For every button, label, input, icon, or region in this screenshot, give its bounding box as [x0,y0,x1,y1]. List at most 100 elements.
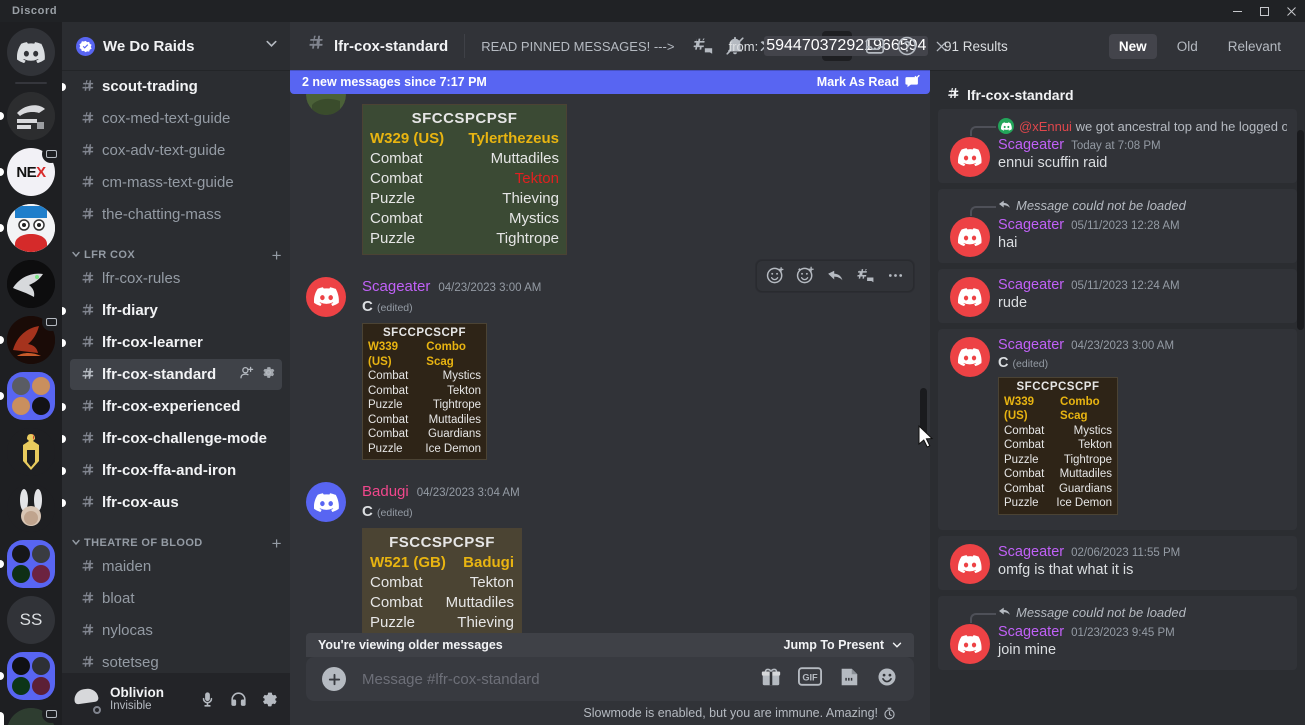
search-results-list[interactable]: lfr-cox-standard @xEnnui we got ancestra… [930,70,1305,725]
emoji-picker-icon[interactable] [876,666,898,693]
message-item[interactable]: Scageater 04/23/2023 3:00 AM C (edited) … [290,259,930,467]
search-result-item[interactable]: Message could not be loaded Scageater 01… [938,595,1297,670]
sidebar-channel-cox-med-text-guide[interactable]: cox-med-text-guide [70,103,282,134]
older-messages-bar[interactable]: You're viewing older messages Jump To Pr… [306,633,914,657]
raid-screenshot-attachment[interactable]: SFCCSPCPSF W329 (US) Tylerthezeus Combat… [362,103,567,255]
tab-new[interactable]: New [1108,33,1157,59]
sidebar-channel-nylocas[interactable]: nylocas [70,615,282,646]
scrollbar-thumb[interactable] [920,388,927,436]
server-dark-helm[interactable] [0,88,62,144]
help-icon[interactable] [892,31,922,61]
avatar[interactable] [950,623,990,664]
gif-picker-icon[interactable]: GIF [798,667,822,691]
message-input[interactable]: Message #lfr-cox-standard GIF [306,657,914,701]
server-nex[interactable]: NEX [0,144,62,200]
server-folder-1[interactable] [0,368,62,424]
reply-preview[interactable]: Message could not be loaded [948,197,1287,216]
server-white-face[interactable] [0,200,62,256]
result-author[interactable]: Scageater [998,544,1064,560]
sidebar-channel-cox-adv-text-guide[interactable]: cox-adv-text-guide [70,135,282,166]
sidebar-channel-lfr-cox-standard[interactable]: lfr-cox-standard [70,359,282,390]
message-scrollbar[interactable] [918,98,928,629]
avatar[interactable] [950,137,990,177]
reply-icon[interactable] [821,262,849,290]
sidebar-channel-scout-trading[interactable]: scout-trading [62,71,282,102]
result-author[interactable]: Scageater [998,137,1064,153]
result-author[interactable]: Scageater [998,337,1064,353]
add-super-reaction-icon[interactable] [791,262,819,290]
minimize-button[interactable] [1224,0,1251,22]
mute-microphone-button[interactable] [194,686,220,712]
message-item[interactable]: Badugi 04/23/2023 3:04 AM C (edited) FSC… [290,481,930,633]
server-dragon[interactable] [0,256,62,312]
raid-screenshot-attachment[interactable]: SFCCPCSCPF W339 (US) Combo Scag Combat My… [998,377,1118,515]
server-wdr[interactable]: WDR [0,704,62,725]
user-settings-gear-button[interactable] [256,686,282,712]
search-result-item[interactable]: @xEnnui we got ancestral top and he logg… [938,109,1297,183]
sidebar-channel-lfr-cox-rules[interactable]: lfr-cox-rules [70,263,282,294]
message-author[interactable]: Badugi [362,483,409,500]
sidebar-channel-bloat[interactable]: bloat [70,583,282,614]
reply-mention[interactable]: @xEnnui [1019,119,1072,134]
avatar[interactable] [950,276,990,317]
server-folder-3[interactable] [0,648,62,704]
guild-header[interactable]: We Do Raids [62,22,290,70]
tab-relevant[interactable]: Relevant [1218,34,1291,59]
tab-old[interactable]: Old [1167,34,1208,59]
server-bunny[interactable] [0,480,62,536]
jump-to-present-button[interactable]: Jump To Present [784,638,904,652]
server-rail[interactable]: NEX SS [0,22,62,725]
raid-screenshot-attachment[interactable]: FSCCSPCPSF W521 (GB) Badugi Combat Tekton… [362,527,522,633]
sidebar-channel-lfr-diary[interactable]: lfr-diary [62,295,282,326]
sidebar-channel-lfr-cox-experienced[interactable]: lfr-cox-experienced [62,391,282,422]
mark-as-read-button[interactable]: Mark As Read [817,74,920,90]
maximize-button[interactable] [1251,0,1278,22]
result-author[interactable]: Scageater [998,624,1064,640]
sidebar-channel-the-chatting-mass[interactable]: the-chatting-mass [70,199,282,230]
sidebar-channel-maiden[interactable]: maiden [70,551,282,582]
server-gold-helm[interactable] [0,424,62,480]
close-button[interactable] [1278,0,1305,22]
avatar[interactable] [950,216,990,257]
raid-screenshot-attachment[interactable]: SFCCPCSCPF W339 (US) Combo Scag Combat My… [362,322,487,461]
server-red-art[interactable] [0,312,62,368]
server-folder-2[interactable] [0,536,62,592]
search-result-item[interactable]: Scageater 05/11/2023 12:24 AM rude [938,268,1297,323]
search-result-item[interactable]: Scageater 04/23/2023 3:00 AM C (edited) … [938,328,1297,530]
add-channel-icon[interactable]: + [272,247,282,264]
avatar[interactable] [950,336,990,377]
avatar[interactable] [306,482,346,523]
threads-icon[interactable] [688,31,718,61]
clear-search-icon[interactable] [934,39,949,54]
result-author[interactable]: Scageater [998,277,1064,293]
home-button[interactable] [0,24,62,80]
chevron-down-icon[interactable] [263,35,280,57]
sidebar-channel-lfr-cox-ffa-and-iron[interactable]: lfr-cox-ffa-and-iron [62,455,282,486]
deafen-button[interactable] [225,686,251,712]
new-messages-bar[interactable]: 2 new messages since 7:17 PM Mark As Rea… [290,70,930,94]
avatar[interactable] [950,543,990,584]
gear-icon[interactable] [261,365,276,384]
more-options-icon[interactable] [881,262,909,290]
sidebar-channel-lfr-cox-learner[interactable]: lfr-cox-learner [62,327,282,358]
channel-topic[interactable]: READ PINNED MESSAGES! ---> [481,39,680,54]
reply-preview[interactable]: @xEnnui we got ancestral top and he logg… [948,117,1287,136]
message-author[interactable]: Scageater [362,278,430,295]
gift-icon[interactable] [760,666,782,693]
sticker-icon[interactable] [838,666,860,693]
avatar[interactable] [306,276,346,317]
reply-preview[interactable]: Message could not be loaded [948,604,1287,623]
avatar[interactable] [70,683,104,717]
server-ss[interactable]: SS [0,592,62,648]
search-input[interactable]: from: 594470372921966594 [729,31,947,61]
add-channel-icon[interactable]: + [272,535,282,552]
add-attachment-button[interactable] [322,667,346,691]
search-result-item[interactable]: Message could not be loaded Scageater 05… [938,188,1297,263]
message-item[interactable]: C (edited) SFCCSPCPSF W329 (US) Tylerthe… [290,74,930,262]
create-thread-icon[interactable] [851,262,879,290]
message-hover-toolbar[interactable] [756,259,914,292]
sidebar-channel-lfr-cox-aus[interactable]: lfr-cox-aus [62,487,282,518]
search-result-item[interactable]: Scageater 02/06/2023 11:55 PM omfg is th… [938,535,1297,590]
message-scroller[interactable]: 2 new messages since 7:17 PM Mark As Rea… [290,70,930,633]
sidebar-channel-sotetseg[interactable]: sotetseg [70,647,282,673]
